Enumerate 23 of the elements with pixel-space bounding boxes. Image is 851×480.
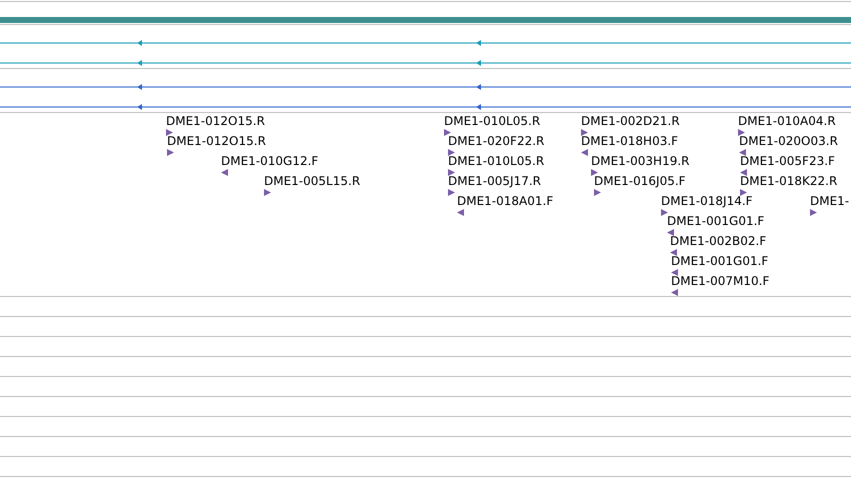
- clone-label: DME1-002D21.R: [581, 114, 680, 128]
- clone-label: DME1-003H19.R: [591, 154, 690, 168]
- clone-label: DME1-012O15.R: [167, 134, 266, 148]
- clone-label: DME1-010A04.R: [738, 114, 836, 128]
- clone-label: DME1-020O03.R: [739, 134, 838, 148]
- clone-label: DME1-018K22.R: [740, 174, 838, 188]
- clone-label: DME1-001G01.F: [667, 214, 764, 228]
- clone-label: DME1-002B02.F: [670, 234, 766, 248]
- clone-label: DME1-005J17.R: [448, 174, 542, 188]
- clone-label: DME1-007M10.F: [671, 274, 770, 288]
- clone-label: DME1-001G01.F: [671, 254, 768, 268]
- clone-label: DME1-020F22.R: [448, 134, 544, 148]
- clone-label: DME1-012O15.R: [166, 114, 265, 128]
- clone-label: DME1-016J05.F: [594, 174, 686, 188]
- clone-label: DME1-010L05.R: [444, 114, 540, 128]
- clone-label: DME1-018H03.F: [581, 134, 678, 148]
- clone-label: DME1-005L15.R: [264, 174, 360, 188]
- clone-label: DME1-005F23.F: [740, 154, 835, 168]
- clone-label: DME1-: [810, 194, 850, 208]
- clone-label: DME1-010G12.F: [221, 154, 318, 168]
- clone-label: DME1-018J14.F: [661, 194, 753, 208]
- clone-label: DME1-018A01.F: [457, 194, 554, 208]
- clone-label: DME1-010L05.R: [448, 154, 544, 168]
